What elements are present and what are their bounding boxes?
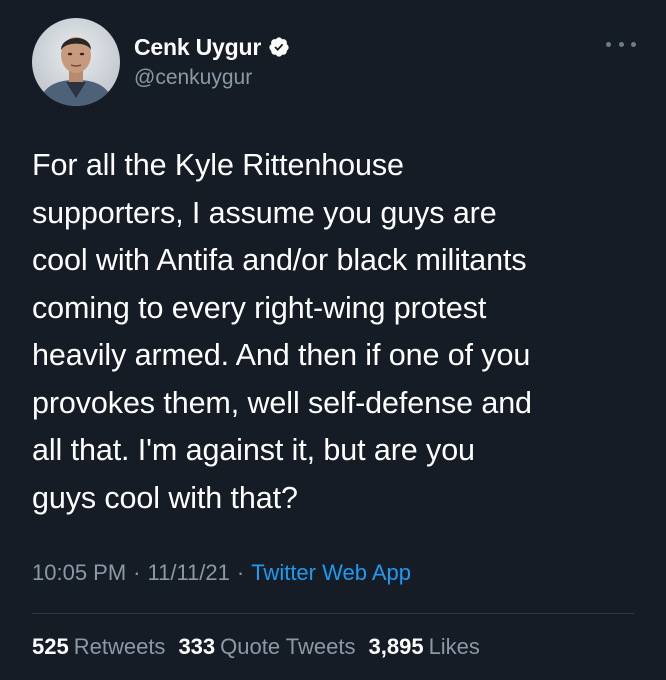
tweet-card: Cenk Uygur @cenkuygur For all the Kyle R… (0, 0, 666, 680)
dot (618, 41, 624, 47)
meta-separator: · (133, 560, 141, 585)
tweet-text: For all the Kyle Rittenhouse supporters,… (32, 148, 532, 515)
verified-badge-icon (268, 36, 290, 58)
quote-tweets-label: Quote Tweets (220, 634, 356, 659)
tweet-date[interactable]: 11/11/21 (148, 560, 230, 586)
retweets-count: 525 (32, 634, 69, 659)
display-name[interactable]: Cenk Uygur (134, 34, 261, 61)
likes-stat[interactable]: 3,895 Likes (369, 634, 480, 660)
avatar-photo (32, 18, 120, 106)
quote-tweets-count: 333 (178, 634, 216, 659)
tweet-source-link[interactable]: Twitter Web App (251, 560, 411, 586)
dot (631, 41, 636, 47)
divider (32, 613, 634, 614)
tweet-time[interactable]: 10:05 PM (32, 560, 126, 586)
user-handle[interactable]: @cenkuygur (134, 66, 252, 90)
dot (606, 41, 611, 47)
retweets-label: Retweets (73, 634, 166, 659)
meta-separator: · (236, 560, 245, 585)
more-options-icon[interactable] (606, 34, 636, 54)
retweets-stat[interactable]: 525 Retweets (32, 634, 165, 660)
quote-tweets-stat[interactable]: 333 Quote Tweets (178, 634, 355, 660)
likes-label: Likes (428, 634, 480, 659)
avatar[interactable] (32, 18, 120, 106)
tweet-meta: 10:05 PM · 11/11/21 · Twitter Web App (32, 560, 411, 586)
name-row: Cenk Uygur (134, 32, 290, 62)
likes-count: 3,895 (368, 634, 424, 659)
tweet-stats: 525 Retweets 333 Quote Tweets 3,895 Likes (32, 634, 493, 660)
